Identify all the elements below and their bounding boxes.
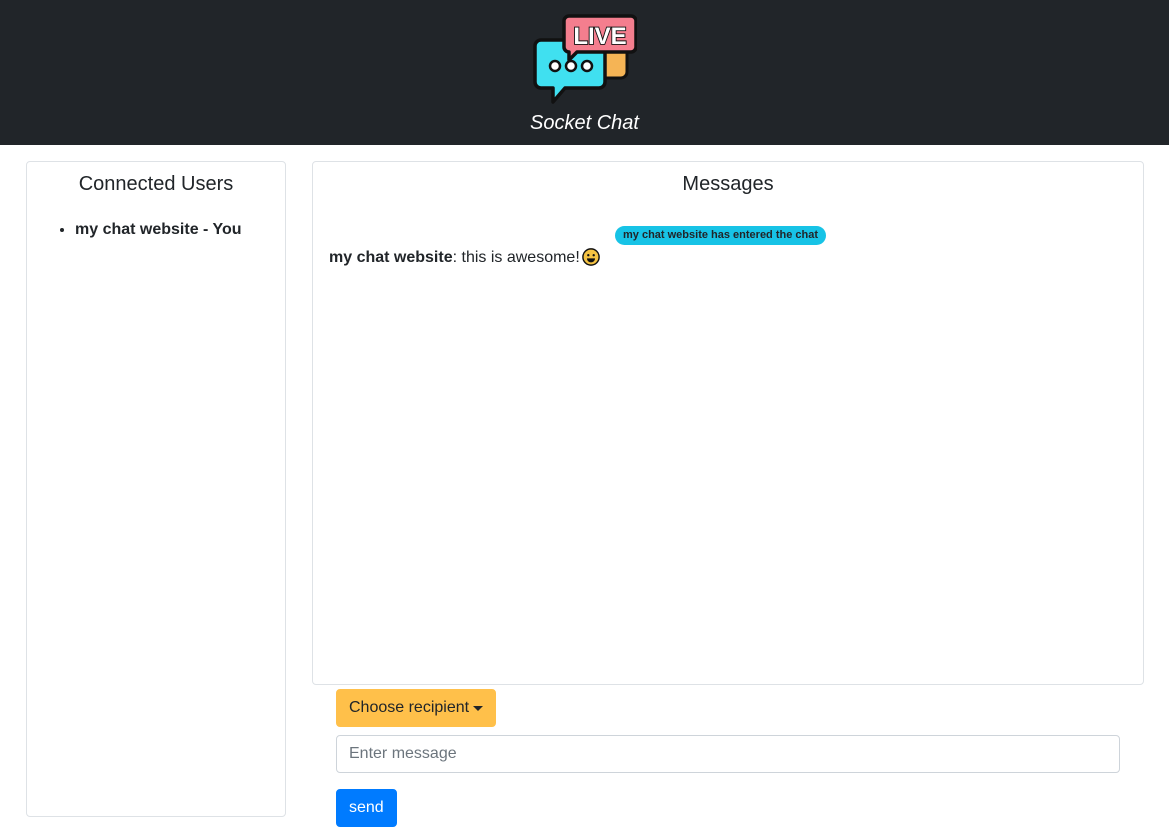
- user-joined-badge: my chat website has entered the chat: [615, 226, 827, 245]
- message-text: this is awesome!: [461, 249, 580, 266]
- app-header: LIVE Socket Chat: [0, 0, 1169, 145]
- message-input[interactable]: [336, 735, 1120, 773]
- messages-title: Messages: [682, 173, 774, 195]
- messages-panel: Messages my chat website has entered the…: [312, 161, 1144, 685]
- connected-users-panel: Connected Users my chat website - You: [26, 161, 286, 817]
- chat-message: my chat website: this is awesome!: [329, 248, 600, 267]
- message-separator: :: [452, 249, 462, 266]
- users-list: my chat website - You: [27, 221, 285, 239]
- grinning-face-icon: [581, 248, 600, 266]
- live-chat-logo-icon: LIVE: [533, 14, 637, 104]
- caret-down-icon: [473, 705, 484, 711]
- choose-recipient-dropdown[interactable]: Choose recipient: [336, 689, 497, 727]
- logo-live-text: LIVE: [573, 23, 626, 50]
- choose-recipient-label: Choose recipient: [349, 699, 470, 716]
- user-list-item: my chat website - You: [75, 221, 285, 239]
- message-sender: my chat website: [329, 249, 453, 266]
- app-title: Socket Chat: [530, 112, 639, 134]
- send-button[interactable]: send: [336, 789, 397, 827]
- connected-users-title: Connected Users: [78, 173, 234, 195]
